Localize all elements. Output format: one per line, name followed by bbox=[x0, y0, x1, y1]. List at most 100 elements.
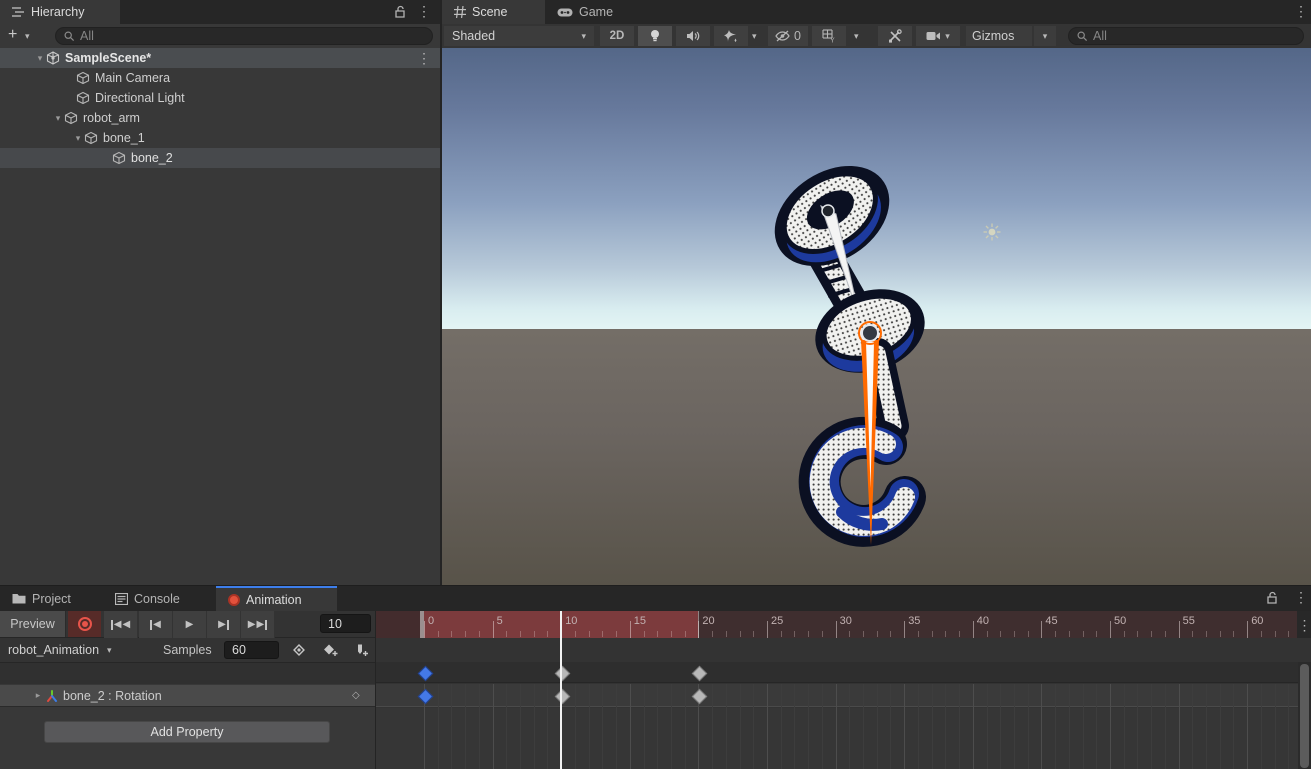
foldout-arrow-icon[interactable]: ▾ bbox=[34, 53, 46, 64]
scene-panel-menu-icon[interactable]: ⋮ bbox=[1294, 4, 1306, 18]
preview-label: Preview bbox=[10, 617, 54, 631]
keyframe-dopesheet-summary-f0[interactable] bbox=[417, 665, 433, 681]
bottom-tabbar: Project Console Animation ⋮ bbox=[0, 586, 1311, 611]
summary-row-left bbox=[0, 663, 375, 684]
hierarchy-item-robot-arm[interactable]: ▾ robot_arm bbox=[0, 108, 440, 128]
scene-toolbar: Shaded ▾ 2D ▾ bbox=[442, 24, 1311, 49]
scene-tabbar: Scene Game ⋮ bbox=[442, 0, 1311, 24]
chevron-down-icon: ▾ bbox=[581, 32, 586, 41]
samples-field[interactable]: 60 bbox=[224, 641, 279, 659]
preview-toggle-button[interactable]: Preview bbox=[0, 611, 66, 637]
gameobject-cube-icon bbox=[84, 131, 98, 145]
scene-camera-button[interactable]: ▾ bbox=[916, 26, 960, 46]
create-object-button[interactable]: + bbox=[8, 26, 17, 44]
record-button[interactable] bbox=[68, 611, 101, 637]
tab-scene[interactable]: Scene bbox=[442, 0, 545, 24]
eye-off-icon bbox=[775, 30, 790, 42]
tab-console-label: Console bbox=[134, 592, 180, 606]
hierarchy-search-input[interactable]: All bbox=[55, 27, 433, 45]
search-icon bbox=[1077, 31, 1088, 42]
hidden-objects-button[interactable]: 0 bbox=[768, 26, 808, 46]
animation-panel: Project Console Animation ⋮ Preview bbox=[0, 585, 1311, 769]
tab-animation-label: Animation bbox=[246, 593, 302, 607]
tab-hierarchy[interactable]: Hierarchy bbox=[0, 0, 120, 24]
track-key-indicator-icon[interactable]: ◇ bbox=[352, 690, 360, 701]
hierarchy-item-directional-light[interactable]: Directional Light bbox=[0, 88, 440, 108]
animation-panel-menu-icon[interactable]: ⋮ bbox=[1294, 590, 1306, 604]
previous-key-button[interactable]: ◀ bbox=[139, 611, 173, 638]
clip-dropdown[interactable]: robot_Animation ▾ bbox=[8, 638, 112, 662]
camera-caret-icon: ▾ bbox=[945, 32, 950, 41]
hierarchy-item-samplescene[interactable]: ▾ SampleScene* ⋮ bbox=[0, 48, 440, 68]
scene-name-label: SampleScene* bbox=[65, 51, 151, 65]
samples-label: Samples bbox=[163, 643, 212, 657]
lock-icon[interactable] bbox=[394, 5, 406, 19]
hierarchy-tabbar: Hierarchy ⋮ bbox=[0, 0, 440, 24]
2d-label: 2D bbox=[610, 30, 625, 42]
next-key-button[interactable]: ▶ bbox=[207, 611, 241, 638]
effects-toggle-button[interactable] bbox=[714, 26, 748, 46]
grid-caret-icon[interactable]: ▾ bbox=[854, 32, 859, 41]
hierarchy-item-bone-1[interactable]: ▾ bone_1 bbox=[0, 128, 440, 148]
lighting-toggle-button[interactable] bbox=[638, 26, 672, 46]
current-frame-field[interactable]: 10 bbox=[320, 614, 371, 633]
effects-caret-icon[interactable]: ▾ bbox=[752, 32, 757, 41]
robot-arm-model[interactable] bbox=[742, 148, 1062, 585]
timeline-area: 051015202530354045505560 ⋮ bbox=[375, 611, 1311, 769]
create-object-caret-icon[interactable]: ▾ bbox=[25, 32, 30, 41]
tab-console[interactable]: Console bbox=[103, 586, 216, 611]
audio-toggle-button[interactable] bbox=[676, 26, 710, 46]
hierarchy-item-main-camera[interactable]: Main Camera bbox=[0, 68, 440, 88]
gizmos-caret-icon: ▾ bbox=[1043, 32, 1048, 41]
track-row-bone2-rotation[interactable]: ▸ bone_2 : Rotation ◇ bbox=[0, 685, 375, 707]
scene-viewport[interactable] bbox=[442, 48, 1311, 585]
animation-clip-row: robot_Animation ▾ Samples 60 bbox=[0, 638, 375, 663]
foldout-arrow-icon[interactable]: ▾ bbox=[72, 133, 84, 144]
add-event-icon bbox=[355, 643, 369, 657]
lock-icon[interactable] bbox=[1266, 591, 1278, 605]
speaker-icon bbox=[686, 30, 700, 42]
track-label: bone_2 : Rotation bbox=[63, 689, 162, 703]
current-frame-value: 10 bbox=[328, 617, 342, 631]
foldout-arrow-icon[interactable]: ▸ bbox=[32, 690, 44, 701]
keyframe-bone_2-rotation-f20[interactable] bbox=[692, 688, 708, 704]
hierarchy-item-bone-2[interactable]: bone_2 bbox=[0, 148, 440, 168]
timeline-vertical-scrollbar[interactable] bbox=[1298, 662, 1311, 769]
video-camera-icon bbox=[926, 31, 941, 41]
go-to-start-button[interactable]: ◀◀ bbox=[104, 611, 138, 638]
keyframe-dopesheet-summary-f20[interactable] bbox=[692, 665, 708, 681]
foldout-arrow-icon[interactable]: ▾ bbox=[52, 113, 64, 124]
gamepad-icon bbox=[557, 7, 573, 18]
animation-controls-row: Preview ◀◀ ◀ ▶ ▶ ▶▶ 10 bbox=[0, 611, 375, 638]
tab-animation[interactable]: Animation bbox=[216, 586, 337, 611]
playhead[interactable] bbox=[560, 611, 562, 769]
hierarchy-menu-icon[interactable]: ⋮ bbox=[417, 4, 429, 18]
scrollbar-thumb[interactable] bbox=[1300, 664, 1309, 768]
record-icon bbox=[78, 617, 92, 631]
scene-menu-icon[interactable]: ⋮ bbox=[417, 51, 431, 65]
scene-search-input[interactable]: All bbox=[1068, 27, 1304, 45]
play-button[interactable]: ▶ bbox=[173, 611, 207, 638]
draw-mode-dropdown[interactable]: Shaded ▾ bbox=[444, 26, 594, 46]
clip-caret-icon: ▾ bbox=[107, 646, 112, 655]
svg-text:Y: Y bbox=[830, 38, 835, 44]
keyframe-at-playhead-button[interactable] bbox=[286, 639, 312, 661]
tab-project[interactable]: Project bbox=[0, 586, 103, 611]
component-tools-button[interactable] bbox=[878, 26, 912, 46]
transform-axes-icon bbox=[46, 690, 58, 702]
hierarchy-toolbar: + ▾ All bbox=[0, 24, 440, 49]
toggle-2d-button[interactable]: 2D bbox=[600, 26, 634, 46]
tab-game[interactable]: Game bbox=[545, 0, 645, 24]
add-keyframe-button[interactable] bbox=[318, 639, 344, 661]
gizmos-dropdown[interactable]: Gizmos bbox=[966, 26, 1032, 46]
add-property-button[interactable]: Add Property bbox=[44, 721, 330, 743]
grid-visibility-button[interactable]: Y bbox=[812, 26, 846, 46]
keyframe-bone_2-rotation-f0[interactable] bbox=[417, 688, 433, 704]
go-to-end-button[interactable]: ▶▶ bbox=[241, 611, 275, 638]
add-event-button[interactable] bbox=[350, 639, 374, 661]
gizmos-caret-button[interactable]: ▾ bbox=[1034, 26, 1056, 46]
keyframe-dopesheet-summary-f10[interactable] bbox=[554, 665, 570, 681]
add-property-label: Add Property bbox=[151, 725, 224, 739]
unity-scene-icon bbox=[46, 51, 60, 65]
keyframe-bone_2-rotation-f10[interactable] bbox=[554, 688, 570, 704]
